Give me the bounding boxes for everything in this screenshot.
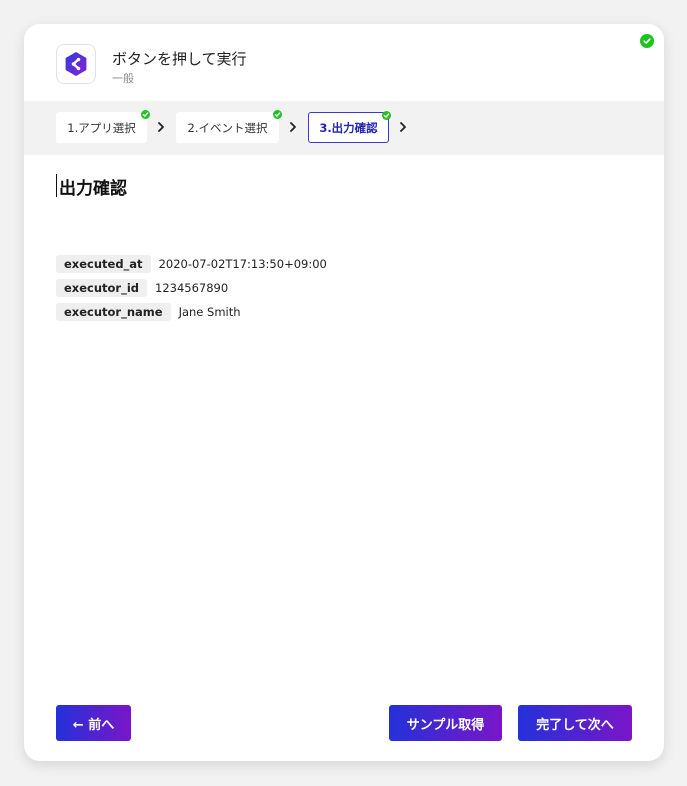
step-label: 2.イベント選択 xyxy=(187,120,268,135)
output-value: 1234567890 xyxy=(155,281,229,295)
step-complete-icon xyxy=(273,110,282,119)
chevron-right-icon xyxy=(158,122,164,132)
step-event-select[interactable]: 2.イベント選択 xyxy=(176,110,282,143)
app-subtitle: 一般 xyxy=(112,72,134,85)
app-logo-icon xyxy=(56,44,96,84)
output-key: executed_at xyxy=(56,255,151,273)
get-sample-button[interactable]: サンプル取得 xyxy=(389,705,502,741)
output-key: executor_name xyxy=(56,303,171,321)
prev-button[interactable]: ← 前へ xyxy=(56,705,131,741)
output-key: executor_id xyxy=(56,279,148,297)
chevron-right-icon xyxy=(290,122,296,132)
output-value: Jane Smith xyxy=(178,305,241,319)
step-complete-icon xyxy=(382,111,391,120)
modal-card: ボタンを押して実行 一般 1.アプリ選択 2.イベント選択 3.出力確認 出力確… xyxy=(24,24,664,761)
output-row: executor_id 1234567890 xyxy=(56,276,327,300)
app-title: ボタンを押して実行 xyxy=(112,50,247,68)
step-output-check[interactable]: 3.出力確認 xyxy=(308,111,391,143)
output-row: executed_at 2020-07-02T17:13:50+09:00 xyxy=(56,252,327,276)
output-list: executed_at 2020-07-02T17:13:50+09:00 ex… xyxy=(56,252,327,324)
complete-next-button[interactable]: 完了して次へ xyxy=(518,705,632,741)
step-complete-icon xyxy=(141,110,150,119)
step-label: 1.アプリ選択 xyxy=(67,120,136,135)
output-value: 2020-07-02T17:13:50+09:00 xyxy=(158,257,327,271)
modal-header: ボタンを押して実行 一般 xyxy=(56,44,616,85)
step-app-select[interactable]: 1.アプリ選択 xyxy=(56,110,150,143)
section-title: 出力確認 xyxy=(59,179,127,199)
step-label: 3.出力確認 xyxy=(319,120,378,135)
chevron-right-icon xyxy=(400,122,406,132)
output-row: executor_name Jane Smith xyxy=(56,300,327,324)
status-check-icon xyxy=(640,34,654,48)
step-navigation: 1.アプリ選択 2.イベント選択 3.出力確認 xyxy=(24,101,664,155)
